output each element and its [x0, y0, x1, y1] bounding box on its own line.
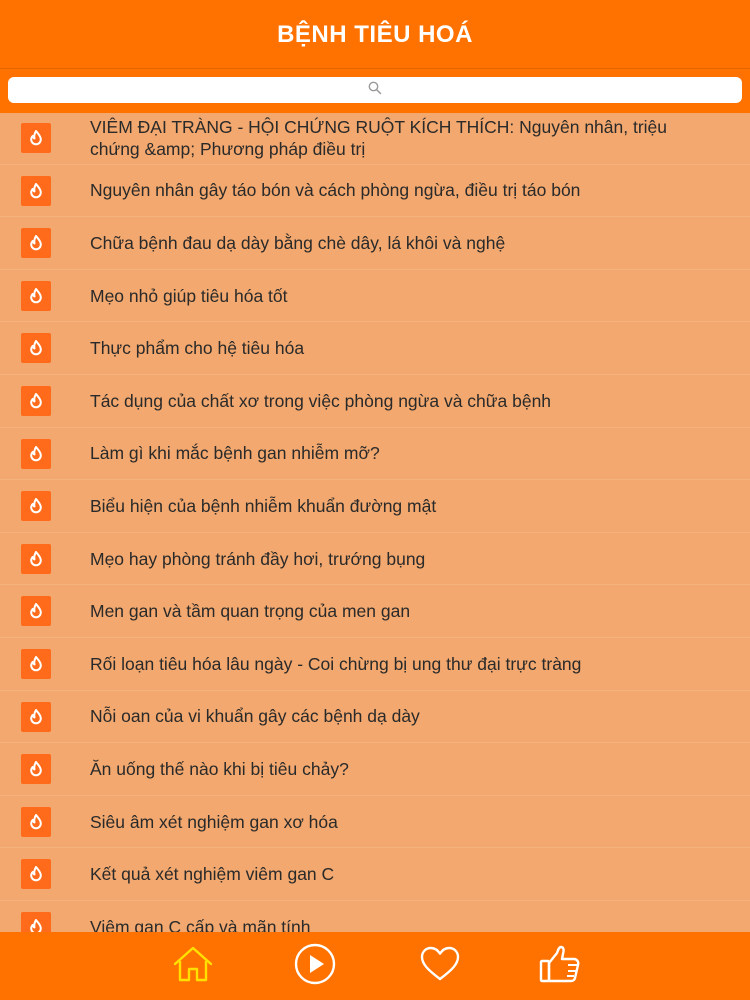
list-item-title: Nguyên nhân gây táo bón và cách phòng ng… — [90, 180, 581, 201]
list-item[interactable]: Làm gì khi mắc bệnh gan nhiễm mỡ? — [0, 428, 750, 481]
tab-bar — [0, 932, 750, 1000]
flame-icon — [21, 596, 51, 627]
flame-icon — [21, 701, 51, 732]
list-item-title: Ăn uống thế nào khi bị tiêu chảy? — [90, 758, 349, 779]
list-item[interactable]: Thực phẩm cho hệ tiêu hóa — [0, 322, 750, 375]
flame-icon — [21, 806, 51, 837]
tab-home[interactable] — [170, 944, 216, 988]
list-item-title: Nỗi oan của vi khuẩn gây các bệnh dạ dày — [90, 706, 420, 727]
list-item[interactable]: VIÊM ĐẠI TRÀNG - HỘI CHỨNG RUỘT KÍCH THÍ… — [0, 112, 750, 165]
flame-icon — [21, 911, 51, 932]
flame-icon — [21, 648, 51, 679]
list-item-title: Tác dụng của chất xơ trong việc phòng ng… — [90, 390, 552, 411]
list-item-title: Viêm gan C cấp và mãn tính — [90, 916, 311, 932]
list-item-title: Biểu hiện của bệnh nhiễm khuẩn đường mật — [90, 495, 437, 516]
home-icon — [171, 942, 215, 991]
list-item-title: VIÊM ĐẠI TRÀNG - HỘI CHỨNG RUỘT KÍCH THÍ… — [90, 116, 668, 159]
article-list: VIÊM ĐẠI TRÀNG - HỘI CHỨNG RUỘT KÍCH THÍ… — [0, 112, 750, 932]
flame-icon — [21, 438, 51, 469]
list-item-title: Chữa bệnh đau dạ dày bằng chè dây, lá kh… — [90, 232, 506, 253]
play-icon — [293, 942, 337, 991]
list-item-title: Mẹo hay phòng tránh đầy hơi, trướng bụng — [90, 548, 426, 569]
list-item[interactable]: Mẹo hay phòng tránh đầy hơi, trướng bụng — [0, 533, 750, 586]
tab-favorites[interactable] — [417, 944, 463, 988]
thumbs-up-icon — [538, 942, 582, 991]
list-item[interactable]: Viêm gan C cấp và mãn tính — [0, 901, 750, 932]
flame-icon — [21, 123, 51, 153]
list-item[interactable]: Kết quả xét nghiệm viêm gan C — [0, 848, 750, 901]
search-icon — [368, 81, 382, 100]
list-item[interactable]: Men gan và tầm quan trọng của men gan — [0, 585, 750, 638]
search-bar — [0, 68, 750, 113]
flame-icon — [21, 228, 51, 259]
list-item[interactable]: Nỗi oan của vi khuẩn gây các bệnh dạ dày — [0, 691, 750, 744]
flame-icon — [21, 175, 51, 206]
search-input[interactable] — [8, 77, 742, 103]
page-title: BỆNH TIÊU HOÁ — [277, 21, 473, 48]
flame-icon — [21, 333, 51, 364]
list-item[interactable]: Siêu âm xét nghiệm gan xơ hóa — [0, 796, 750, 849]
list-item-title: Rối loạn tiêu hóa lâu ngày - Coi chừng b… — [90, 653, 582, 674]
list-item[interactable]: Biểu hiện của bệnh nhiễm khuẩn đường mật — [0, 480, 750, 533]
list-item[interactable]: Ăn uống thế nào khi bị tiêu chảy? — [0, 743, 750, 796]
list-item-title: Thực phẩm cho hệ tiêu hóa — [90, 338, 305, 359]
list-item[interactable]: Rối loạn tiêu hóa lâu ngày - Coi chừng b… — [0, 638, 750, 691]
list-item[interactable]: Chữa bệnh đau dạ dày bằng chè dây, lá kh… — [0, 217, 750, 270]
list-item-title: Làm gì khi mắc bệnh gan nhiễm mỡ? — [90, 443, 380, 464]
flame-icon — [21, 859, 51, 890]
app-header: BỆNH TIÊU HOÁ — [0, 0, 750, 68]
flame-icon — [21, 280, 51, 311]
list-item[interactable]: Nguyên nhân gây táo bón và cách phòng ng… — [0, 165, 750, 218]
list-item[interactable]: Tác dụng của chất xơ trong việc phòng ng… — [0, 375, 750, 428]
tab-play[interactable] — [292, 942, 338, 991]
list-item[interactable]: Mẹo nhỏ giúp tiêu hóa tốt — [0, 270, 750, 323]
list-item-title: Men gan và tầm quan trọng của men gan — [90, 601, 411, 622]
flame-icon — [21, 385, 51, 416]
list-item-title: Kết quả xét nghiệm viêm gan C — [90, 864, 335, 885]
heart-icon — [418, 942, 462, 991]
flame-icon — [21, 754, 51, 785]
list-item-title: Siêu âm xét nghiệm gan xơ hóa — [90, 811, 338, 832]
flame-icon — [21, 543, 51, 574]
flame-icon — [21, 491, 51, 522]
tab-like[interactable] — [537, 944, 583, 988]
list-item-title: Mẹo nhỏ giúp tiêu hóa tốt — [90, 285, 288, 306]
